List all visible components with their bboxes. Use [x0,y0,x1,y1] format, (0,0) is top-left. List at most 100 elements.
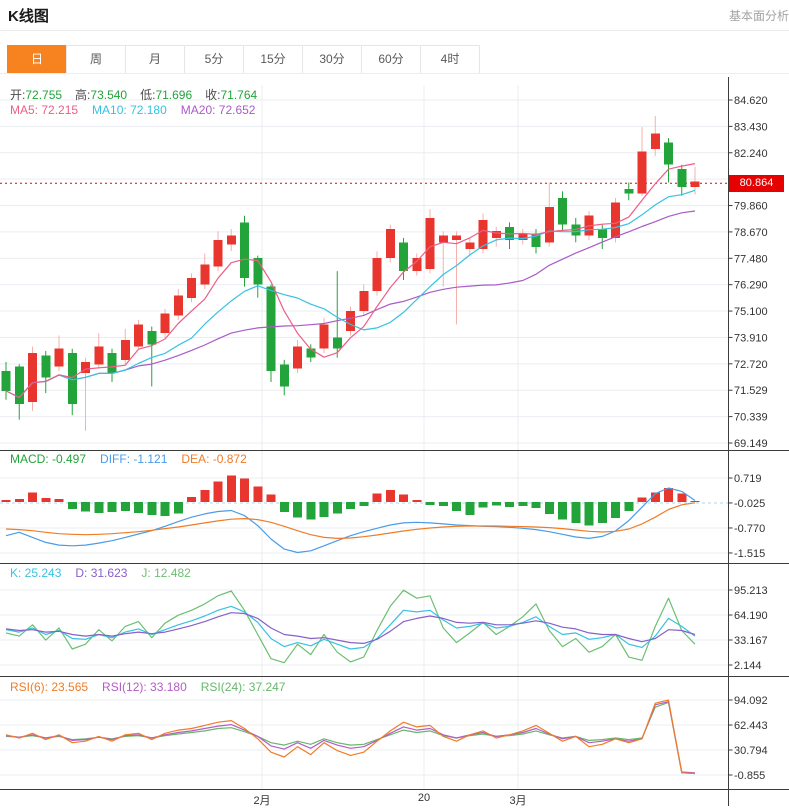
macd-hist-bar [346,502,355,509]
candle-body [452,235,461,241]
y-axis-tick-label: 76.290 [734,280,768,292]
macd-legend-item: MACD: -0.497 [10,452,87,466]
candle-body [465,242,475,249]
macd-legend-item: DIFF: -1.121 [100,452,168,466]
macd-hist-bar [134,502,143,513]
rsi6-line [5,699,696,775]
y-axis-tick-label: -1.515 [734,548,765,560]
tab-4hour[interactable]: 4时 [420,45,480,74]
candle-body [306,348,316,358]
y-axis-tick-label: 83.430 [734,121,768,133]
rsi-legend-item: RSI(6): 23.565 [10,680,89,694]
candle-body [677,169,687,187]
tab-15min[interactable]: 15分 [243,45,303,74]
tab-30min[interactable]: 30分 [302,45,362,74]
macd-hist-bar [253,486,263,503]
macd-hist-bar [213,481,223,503]
macd-hist-bar [107,502,117,513]
page-title: K线图 [8,8,49,25]
candle-body [385,229,395,258]
candle-body [253,257,263,285]
ohlc-legend-item: 开:72.755 [10,88,62,102]
y-axis-tick-label: -0.025 [734,498,765,510]
y-axis-tick-label: 30.794 [734,745,768,757]
y-axis-tick-label: 75.100 [734,306,768,318]
macd-hist-bar [173,502,183,514]
candle-body [399,242,408,272]
macd-hist-bar [677,493,687,503]
y-axis-tick-label: 73.910 [734,332,768,344]
candle-body [611,202,620,238]
candle-body [107,353,117,374]
y-axis-tick-label: -0.770 [734,523,765,535]
current-price-badge: 80.864 [729,175,784,192]
ohlc-value: 71.696 [155,88,193,102]
x-axis-label: 2月 [253,795,271,807]
fundamental-analysis-link[interactable]: 基本面分析» [729,7,789,24]
candle-body [279,364,289,387]
candle-body [240,222,249,278]
kdj-legend-item: J: 12.482 [141,566,191,580]
rsi-legend: RSI(6): 23.565 RSI(12): 33.180 RSI(24): 37… [10,680,299,694]
tab-5min[interactable]: 5分 [184,45,244,74]
kline-chart[interactable]: 84.620 83.430 82.240 79.860 78.670 77.480 76.2… [0,73,789,808]
x-axis-label: 20 [417,792,431,804]
macd-hist-bar [200,490,210,503]
candle-body [54,348,64,367]
candle-body [359,291,369,312]
kline-page: { "header": { "title": "K线图", "link": "基… [0,0,789,808]
candle-body [187,277,196,298]
macd-hist-bar [584,502,594,526]
macd-hist-bar [293,502,302,518]
macd-hist-bar [81,502,90,512]
candle-body [147,331,157,345]
ohlc-value: 72.755 [25,88,63,102]
candle-body [200,264,210,285]
y-axis-tick-label: 33.167 [734,635,768,647]
candle-body [372,257,382,292]
macd-hist-bar [425,502,435,505]
macd-hist-bar [28,492,37,503]
macd-hist-bar [187,496,196,503]
macd-hist-bar [279,502,289,513]
ma-legend-item: MA5: 72.215 [10,103,79,117]
y-axis-tick-label: 64.190 [734,610,768,622]
ohlc-legend: 开:72.755 高:73.540 低:71.696 收:71.764 [10,86,270,103]
ohlc-legend-item: 高:73.540 [75,88,127,102]
ma-legend-item: MA20: 72.652 [180,103,256,117]
kdj-legend-item: K: 25.243 [10,566,62,580]
tab-monthly[interactable]: 月 [125,45,185,74]
candle-body [558,197,567,225]
tab-60min[interactable]: 60分 [361,45,421,74]
macd-hist-bar [664,488,673,503]
y-axis-tick-label: 84.620 [734,95,768,107]
ma-legend-item: MA10: 72.180 [92,103,167,117]
macd-hist-bar [597,502,607,523]
macd-hist-bar [1,500,11,503]
ohlc-label: 收: [205,88,221,102]
candle-body [650,133,660,150]
macd-hist-bar [385,490,395,503]
macd-hist-bar [624,502,634,511]
rsi24-line [5,701,696,775]
macd-hist-bar [399,494,408,503]
macd-hist-bar [332,502,342,514]
macd-hist-bar [491,502,501,506]
header-divider [0,30,789,31]
tab-weekly[interactable]: 周 [66,45,126,74]
y-axis-tick-label: 72.720 [734,359,768,371]
macd-hist-bar [226,475,236,503]
macd-hist-bar [359,502,369,507]
tab-daily[interactable]: 日 [7,45,67,74]
candle-body [332,337,342,349]
ohlc-value: 73.540 [90,88,128,102]
ma-legend: MA5: 72.215 MA10: 72.180 MA20: 72.652 [10,103,269,117]
macd-hist-bar [571,502,581,523]
macd-hist-bar [160,502,170,517]
macd-hist-bar [372,493,382,503]
candle-body [293,346,302,369]
candle-body [266,286,276,371]
candle-body [213,240,223,267]
macd-hist-bar [465,502,475,515]
candle-body [1,370,11,391]
